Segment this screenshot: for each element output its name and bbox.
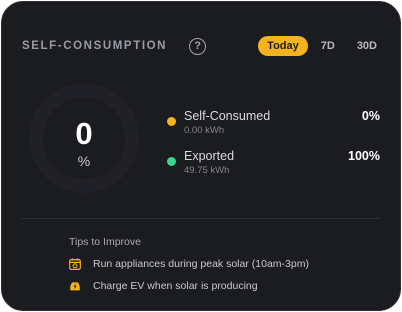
tab-30d[interactable]: 30D [348,36,386,56]
legend-item-self-consumed: Self-Consumed 0.00 kWh 0% [166,108,380,138]
card-title: SELF-CONSUMPTION [22,40,168,52]
help-icon[interactable]: ? [189,37,207,55]
divider [22,218,380,219]
ring-unit: % [77,153,91,169]
legend-percent: 100% [348,149,380,163]
ev-charging-icon [69,280,81,292]
exported-dot [167,157,176,166]
tip-item: Charge EV when solar is producing [69,278,258,294]
tip-item: Run appliances during peak solar (10am-3… [69,256,309,272]
ring-value: 0 [75,116,93,151]
range-tabs: Today 7D 30D [258,36,386,56]
calendar-clock-icon [69,258,81,270]
card-header: SELF-CONSUMPTION ? Today 7D 30D [22,35,386,57]
self-consumption-ring: 0 % [26,80,142,196]
tab-7d[interactable]: 7D [312,36,344,56]
tab-today[interactable]: Today [258,36,308,56]
self-consumption-card: SELF-CONSUMPTION ? Today 7D 30D 0 % Self… [1,1,401,311]
tips-title: Tips to Improve [69,236,141,248]
legend-percent: 0% [361,109,380,123]
legend-item-exported: Exported 49.75 kWh 100% [166,148,380,178]
tip-text: Charge EV when solar is producing [93,280,258,292]
self-consumed-dot [167,117,176,126]
legend-energy: 0.00 kWh [184,125,225,136]
legend-energy: 49.75 kWh [184,165,230,176]
legend-label: Exported [184,149,235,163]
legend-label: Self-Consumed [184,109,271,123]
tip-text: Run appliances during peak solar (10am-3… [93,258,309,270]
